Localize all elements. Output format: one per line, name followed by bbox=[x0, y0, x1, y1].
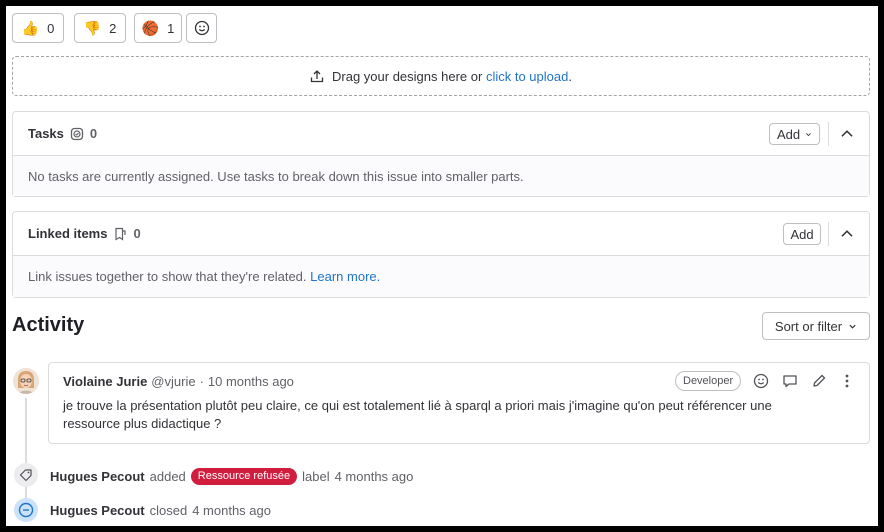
upload-icon bbox=[310, 70, 324, 83]
linked-items-header: Linked items 0 Add bbox=[13, 212, 869, 256]
edit-pencil-icon[interactable] bbox=[811, 373, 827, 389]
reaction-count: 1 bbox=[167, 20, 175, 36]
task-done-icon bbox=[70, 127, 84, 140]
linked-items-title: Linked items bbox=[28, 226, 108, 241]
role-badge: Developer bbox=[675, 371, 742, 391]
linked-items-icon bbox=[115, 227, 127, 241]
label-badge[interactable]: Ressource refusée bbox=[190, 468, 298, 485]
event-time[interactable]: 4 months ago bbox=[192, 503, 271, 518]
add-reaction-button[interactable] bbox=[186, 13, 217, 43]
linked-items-count: 0 bbox=[133, 226, 141, 241]
comment-header: Violaine Jurie @vjurie · 10 months ago bbox=[63, 374, 294, 389]
tasks-header: Tasks 0 Add bbox=[13, 112, 869, 156]
linked-items-card: Linked items 0 Add Link issues together … bbox=[12, 211, 870, 298]
label-event-icon-wrap bbox=[14, 463, 38, 487]
add-reaction-smiley-icon[interactable] bbox=[753, 373, 769, 389]
issue-closed-event: Hugues Pecout closed 4 months ago bbox=[50, 503, 271, 518]
event-author[interactable]: Hugues Pecout bbox=[50, 503, 145, 518]
dropzone-suffix: . bbox=[568, 68, 572, 84]
tasks-title: Tasks bbox=[28, 126, 64, 141]
linked-items-empty-state: Link issues together to show that they'r… bbox=[13, 256, 869, 297]
header-divider bbox=[828, 122, 829, 146]
event-author[interactable]: Hugues Pecout bbox=[50, 469, 145, 484]
reaction-count: 0 bbox=[47, 20, 55, 36]
closed-event-icon-wrap bbox=[14, 498, 38, 522]
event-action: closed bbox=[149, 503, 188, 518]
activity-heading: Activity bbox=[12, 314, 85, 336]
reaction-thumbs-up-button[interactable]: 👍 0 bbox=[12, 13, 64, 43]
event-suffix: label bbox=[302, 469, 330, 484]
linked-items-empty-text: Link issues together to show that they'r… bbox=[28, 269, 307, 284]
thumbs-up-icon: 👍 bbox=[21, 20, 40, 36]
sort-or-filter-button[interactable]: Sort or filter bbox=[762, 312, 870, 340]
label-added-event: Hugues Pecout added Ressource refusée la… bbox=[50, 468, 413, 485]
comment-handle[interactable]: @vjurie bbox=[151, 374, 195, 389]
issue-closed-icon bbox=[18, 502, 34, 518]
collapse-linked-items-chevron-up-icon[interactable] bbox=[838, 225, 856, 243]
chevron-down-icon bbox=[806, 132, 811, 136]
reply-comment-icon[interactable] bbox=[782, 373, 798, 389]
comment-time[interactable]: 10 months ago bbox=[208, 374, 294, 389]
comment-note: Violaine Jurie @vjurie · 10 months ago D… bbox=[48, 362, 870, 444]
dropzone-text: Drag your designs here or bbox=[332, 68, 483, 84]
event-action: added bbox=[149, 469, 186, 484]
learn-more-link[interactable]: Learn more. bbox=[310, 269, 380, 284]
tasks-count: 0 bbox=[89, 126, 98, 141]
tasks-card: Tasks 0 Add No tasks are currently assig… bbox=[12, 111, 870, 197]
reaction-basketball-button[interactable]: 🏀 1 bbox=[134, 13, 182, 43]
add-linked-item-button[interactable]: Add bbox=[783, 223, 821, 245]
basketball-icon: 🏀 bbox=[141, 20, 160, 36]
comment-body: je trouve la présentation plutôt peu cla… bbox=[63, 398, 772, 431]
header-divider bbox=[828, 222, 829, 246]
click-to-upload-link[interactable]: click to upload bbox=[486, 69, 568, 84]
comment-separator: · bbox=[199, 374, 204, 389]
add-task-button[interactable]: Add bbox=[769, 123, 820, 145]
issue-page: 👍 0 👎 2 🏀 1 Drag your designs here or cl… bbox=[6, 6, 878, 526]
thumbs-down-icon: 👎 bbox=[83, 20, 102, 36]
chevron-down-icon bbox=[849, 324, 856, 329]
avatar-image bbox=[13, 368, 39, 394]
add-task-label: Add bbox=[777, 126, 801, 142]
sort-or-filter-label: Sort or filter bbox=[774, 318, 843, 334]
event-time[interactable]: 4 months ago bbox=[335, 469, 414, 484]
reaction-count: 2 bbox=[109, 20, 117, 36]
tasks-empty-state: No tasks are currently assigned. Use tas… bbox=[13, 156, 869, 196]
collapse-tasks-chevron-up-icon[interactable] bbox=[838, 125, 856, 143]
label-icon bbox=[19, 469, 32, 482]
more-actions-kebab-icon[interactable] bbox=[839, 373, 855, 389]
smiley-icon bbox=[194, 20, 209, 36]
tasks-empty-text: No tasks are currently assigned. Use tas… bbox=[28, 168, 524, 184]
timeline-line bbox=[25, 398, 27, 506]
reaction-thumbs-down-button[interactable]: 👎 2 bbox=[74, 13, 126, 43]
comment-author[interactable]: Violaine Jurie bbox=[63, 374, 147, 389]
add-linked-item-label: Add bbox=[790, 226, 814, 242]
design-dropzone[interactable]: Drag your designs here or click to uploa… bbox=[12, 56, 870, 96]
avatar[interactable] bbox=[13, 368, 39, 394]
